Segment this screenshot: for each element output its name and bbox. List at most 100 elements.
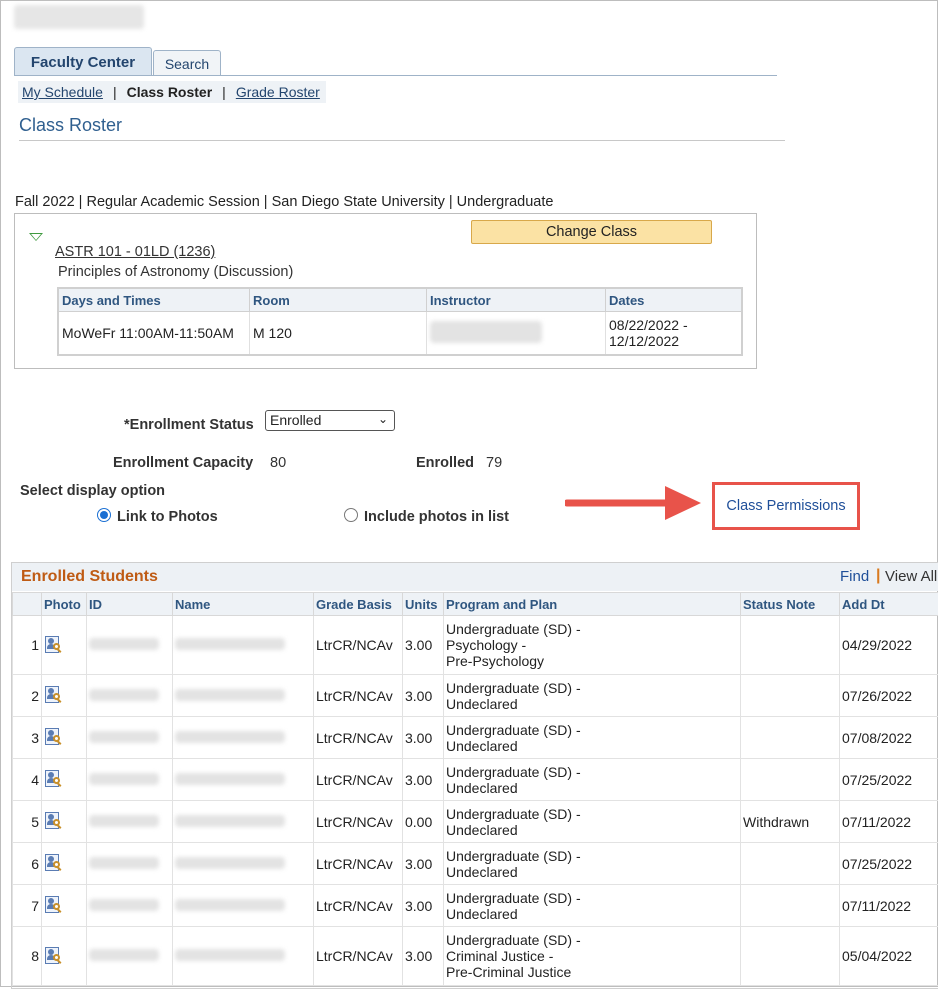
add-date-cell: 05/04/2022 [840,927,938,986]
enrollment-capacity-label: Enrollment Capacity [113,455,253,471]
class-description: Principles of Astronomy (Discussion) [58,264,293,280]
add-date-cell: 04/29/2022 [840,616,938,675]
photo-cell [42,616,87,675]
grade-basis-cell: LtrCR/NCAv [314,717,403,759]
dates-line1: 08/22/2022 - [609,317,738,333]
header-add-dt: Add Dt [840,593,938,616]
header-grade-basis: Grade Basis [314,593,403,616]
program-line2: Undeclared [446,906,738,922]
redacted-id [89,815,159,827]
row-number: 3 [13,717,42,759]
enrollment-capacity-value: 80 [270,455,286,471]
class-permissions-highlight: Class Permissions [712,482,860,530]
add-date-cell: 07/11/2022 [840,885,938,927]
student-id-cell [87,885,173,927]
class-link[interactable]: ASTR 101 - 01LD (1236) [55,244,215,260]
redacted-name [175,731,285,743]
grade-roster-link[interactable]: Grade Roster [236,84,320,100]
meeting-instructor [427,312,606,356]
units-cell: 3.00 [403,759,444,801]
redacted-id [89,638,159,650]
redacted-name [175,857,285,869]
radio-include-photos[interactable] [344,508,358,522]
find-link[interactable]: Find [840,568,869,585]
grade-basis-cell: LtrCR/NCAv [314,616,403,675]
student-id-cell [87,927,173,986]
status-note-cell [741,927,840,986]
program-line3: Pre-Psychology [446,653,738,669]
photo-cell [42,843,87,885]
redacted-id [89,857,159,869]
grade-basis-cell: LtrCR/NCAv [314,759,403,801]
program-plan-cell: Undergraduate (SD) -Undeclared [444,885,741,927]
student-name-cell [173,616,314,675]
title-divider [19,140,785,141]
grade-basis-cell: LtrCR/NCAv [314,843,403,885]
program-line2: Undeclared [446,864,738,880]
view-photo-icon[interactable] [44,685,62,703]
header-units: Units [403,593,444,616]
grade-basis-cell: LtrCR/NCAv [314,801,403,843]
my-schedule-link[interactable]: My Schedule [22,84,103,100]
row-number: 1 [13,616,42,675]
tab-search[interactable]: Search [153,50,221,76]
enrollment-status-label: *Enrollment Status [124,417,254,433]
view-photo-icon[interactable] [44,727,62,745]
student-name-cell [173,717,314,759]
row-number: 5 [13,801,42,843]
collapse-triangle-icon[interactable] [29,233,43,241]
enrollment-status-select[interactable]: Enrolled ⌄ [265,410,395,431]
view-photo-icon[interactable] [44,853,62,871]
view-photo-icon[interactable] [44,635,62,653]
change-class-button[interactable]: Change Class [471,220,712,244]
redacted-name [175,689,285,701]
header-name: Name [173,593,314,616]
program-line3: Pre-Criminal Justice [446,964,738,980]
student-id-cell [87,616,173,675]
class-permissions-link[interactable]: Class Permissions [726,498,845,514]
row-number: 7 [13,885,42,927]
class-roster-current: Class Roster [127,84,213,100]
display-option-label: Select display option [20,483,165,499]
program-plan-cell: Undergraduate (SD) -Criminal Justice -Pr… [444,927,741,986]
program-line2: Undeclared [446,696,738,712]
photo-cell [42,717,87,759]
tab-faculty-center[interactable]: Faculty Center [14,47,152,76]
grade-basis-cell: LtrCR/NCAv [314,675,403,717]
program-line1: Undergraduate (SD) - [446,621,738,637]
row-number: 4 [13,759,42,801]
student-name-cell [173,843,314,885]
header-room: Room [250,288,427,312]
add-date-cell: 07/26/2022 [840,675,938,717]
students-table: Photo ID Name Grade Basis Units Program … [12,592,938,986]
grade-basis-cell: LtrCR/NCAv [314,885,403,927]
add-date-cell: 07/11/2022 [840,801,938,843]
program-line1: Undergraduate (SD) - [446,932,738,948]
view-photo-icon[interactable] [44,769,62,787]
program-plan-cell: Undergraduate (SD) -Undeclared [444,843,741,885]
photo-cell [42,885,87,927]
program-plan-cell: Undergraduate (SD) -Undeclared [444,675,741,717]
photo-cell [42,675,87,717]
view-photo-icon[interactable] [44,811,62,829]
program-line2: Undeclared [446,738,738,754]
subnav-separator: | [113,84,117,100]
class-info-box: ASTR 101 - 01LD (1236) Principles of Ast… [14,213,757,369]
header-program-plan: Program and Plan [444,593,741,616]
radio-link-to-photos[interactable] [97,508,111,522]
student-id-cell [87,759,173,801]
view-photo-icon[interactable] [44,946,62,964]
view-photo-icon[interactable] [44,895,62,913]
redacted-name [175,899,285,911]
view-all-link[interactable]: View All [885,568,937,585]
enrolled-students-grid: Enrolled Students Find | View All Photo … [11,562,938,989]
program-plan-cell: Undergraduate (SD) -Psychology -Pre-Psyc… [444,616,741,675]
student-id-cell [87,843,173,885]
link-to-photos-label: Link to Photos [117,509,218,525]
redacted-name [175,815,285,827]
status-note-cell [741,885,840,927]
program-line1: Undergraduate (SD) - [446,722,738,738]
program-plan-cell: Undergraduate (SD) -Undeclared [444,717,741,759]
program-line1: Undergraduate (SD) - [446,764,738,780]
student-name-cell [173,675,314,717]
